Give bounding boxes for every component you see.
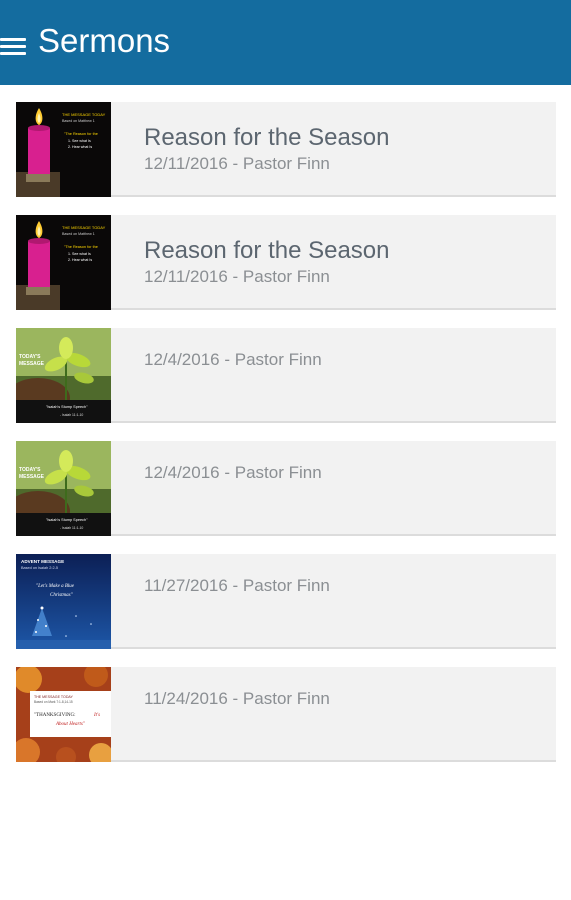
svg-text:THE MESSAGE TODAY: THE MESSAGE TODAY bbox=[34, 695, 74, 699]
page-title: Sermons bbox=[38, 22, 171, 59]
svg-text:MESSAGE: MESSAGE bbox=[19, 361, 45, 367]
svg-text:About Hearts": About Hearts" bbox=[55, 722, 86, 727]
sermon-date-speaker: 12/4/2016 - Pastor Finn bbox=[144, 350, 322, 369]
sermon-title: Reason for the Season bbox=[144, 124, 390, 151]
svg-text:"The Reason for the: "The Reason for the bbox=[64, 245, 98, 249]
svg-text:TODAY'S: TODAY'S bbox=[19, 354, 41, 360]
svg-text:1. See what Is: 1. See what Is bbox=[68, 252, 91, 256]
sermon-date-speaker: 12/11/2016 - Pastor Finn bbox=[144, 154, 330, 173]
svg-text:2. Hear what Is: 2. Hear what Is bbox=[68, 145, 92, 149]
sermon-list-item[interactable]: TODAY'S MESSAGE "Isaiah's Stump Speech" … bbox=[16, 441, 556, 536]
hamburger-menu-icon[interactable] bbox=[0, 38, 26, 56]
svg-text:Christmas": Christmas" bbox=[50, 593, 74, 598]
sermon-thumbnail: ADVENT MESSAGE Based on Isaiah 2:2-5 "Le… bbox=[16, 554, 111, 649]
sermon-thumbnail: THE MESSAGE TODAY Based on Matthew 1 "Th… bbox=[16, 102, 111, 197]
sermon-thumbnail: THE MESSAGE TODAY Based on Mark 7:1-8,14… bbox=[16, 667, 111, 762]
sermon-thumbnail: TODAY'S MESSAGE "Isaiah's Stump Speech" … bbox=[16, 441, 111, 536]
sermon-list-item[interactable]: ADVENT MESSAGE Based on Isaiah 2:2-5 "Le… bbox=[16, 554, 556, 649]
svg-text:Based on Isaiah 2:2-5: Based on Isaiah 2:2-5 bbox=[21, 566, 58, 570]
svg-text:"Isaiah's Stump Speech": "Isaiah's Stump Speech" bbox=[46, 405, 88, 409]
svg-text:- Isaiah 11:1-10: - Isaiah 11:1-10 bbox=[60, 526, 83, 530]
sermon-list: THE MESSAGE TODAY Based on Matthew 1 "Th… bbox=[16, 102, 556, 780]
svg-text:"The Reason for the: "The Reason for the bbox=[64, 132, 98, 136]
svg-text:MESSAGE: MESSAGE bbox=[19, 474, 45, 480]
svg-text:TODAY'S: TODAY'S bbox=[19, 467, 41, 473]
sermon-date-speaker: 12/11/2016 - Pastor Finn bbox=[144, 267, 330, 286]
sermon-list-item[interactable]: THE MESSAGE TODAY Based on Matthew 1 "Th… bbox=[16, 215, 556, 310]
sermon-date-speaker: 12/4/2016 - Pastor Finn bbox=[144, 463, 322, 482]
sermon-list-item[interactable]: TODAY'S MESSAGE "Isaiah's Stump Speech" … bbox=[16, 328, 556, 423]
svg-text:Based on Mark 7:1-8,14-15: Based on Mark 7:1-8,14-15 bbox=[34, 700, 73, 704]
app-bar: Sermons bbox=[0, 0, 571, 85]
svg-text:"THANKSGIVING:: "THANKSGIVING: bbox=[34, 713, 75, 718]
svg-text:- Isaiah 11:1-10: - Isaiah 11:1-10 bbox=[60, 413, 83, 417]
svg-text:It's: It's bbox=[93, 713, 100, 718]
svg-text:Based on Matthew 1: Based on Matthew 1 bbox=[62, 119, 95, 123]
sermon-thumbnail: TODAY'S MESSAGE "Isaiah's Stump Speech" … bbox=[16, 328, 111, 423]
sermon-list-item[interactable]: THE MESSAGE TODAY Based on Matthew 1 "Th… bbox=[16, 102, 556, 197]
svg-text:1. See what Is: 1. See what Is bbox=[68, 139, 91, 143]
sermon-title: Reason for the Season bbox=[144, 237, 390, 264]
svg-text:"Let's Make a Blue: "Let's Make a Blue bbox=[36, 584, 75, 589]
svg-text:THE MESSAGE TODAY: THE MESSAGE TODAY bbox=[62, 225, 106, 230]
svg-text:"Isaiah's Stump Speech": "Isaiah's Stump Speech" bbox=[46, 518, 88, 522]
svg-text:Based on Matthew 1: Based on Matthew 1 bbox=[62, 232, 95, 236]
svg-text:ADVENT MESSAGE: ADVENT MESSAGE bbox=[21, 559, 64, 564]
sermon-date-speaker: 11/27/2016 - Pastor Finn bbox=[144, 576, 330, 595]
sermon-date-speaker: 11/24/2016 - Pastor Finn bbox=[144, 689, 330, 708]
svg-text:2. Hear what Is: 2. Hear what Is bbox=[68, 258, 92, 262]
sermon-thumbnail: THE MESSAGE TODAY Based on Matthew 1 "Th… bbox=[16, 215, 111, 310]
sermon-list-item[interactable]: THE MESSAGE TODAY Based on Mark 7:1-8,14… bbox=[16, 667, 556, 762]
svg-text:THE MESSAGE TODAY: THE MESSAGE TODAY bbox=[62, 112, 106, 117]
